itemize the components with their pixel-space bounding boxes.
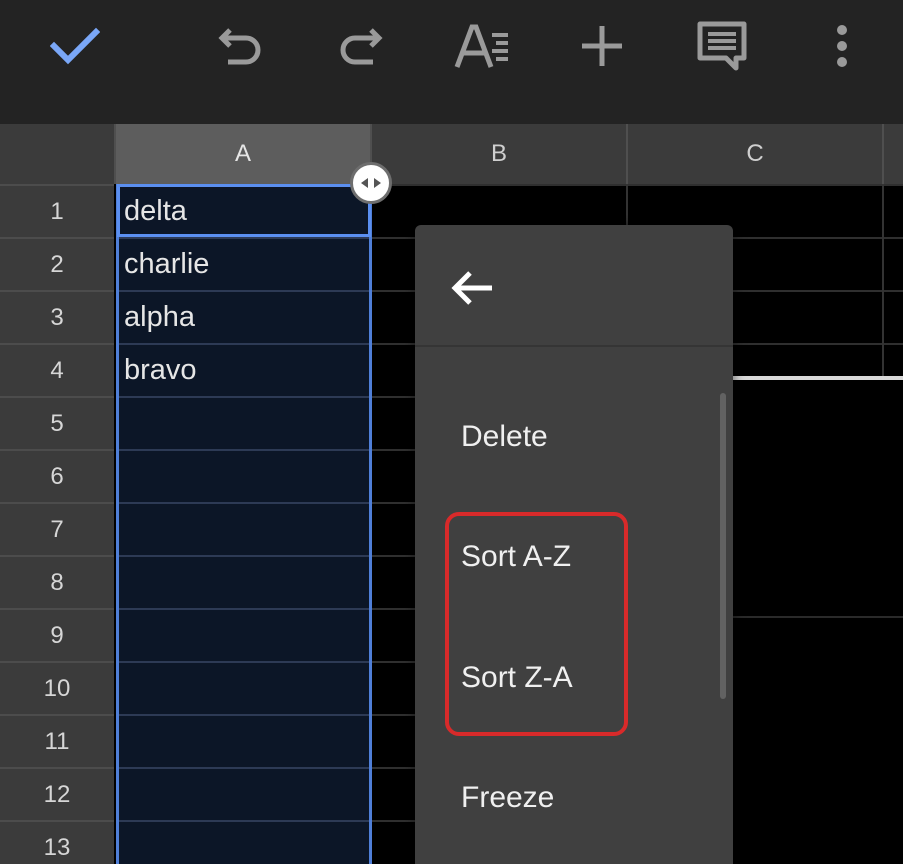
column-resize-handle[interactable]	[350, 162, 392, 204]
row-header[interactable]: 10	[0, 661, 114, 714]
redo-icon[interactable]	[328, 14, 392, 78]
cell-a12[interactable]	[118, 767, 370, 820]
cell-a8[interactable]	[118, 555, 370, 608]
row-5-cells[interactable]	[372, 396, 415, 449]
cell-a9[interactable]	[118, 608, 370, 661]
row-header[interactable]: 2	[0, 237, 114, 290]
row-header[interactable]: 5	[0, 396, 114, 449]
cell-a13[interactable]	[118, 820, 370, 864]
row-12-cells[interactable]	[372, 767, 415, 820]
cell-a10[interactable]	[118, 661, 370, 714]
column-header-a[interactable]: A	[114, 124, 370, 184]
row-10-cells[interactable]	[372, 661, 415, 714]
cell-a1[interactable]: delta	[118, 184, 370, 237]
divider-line	[732, 376, 903, 380]
cell-a7[interactable]	[118, 502, 370, 555]
grid-line	[733, 616, 903, 669]
menu-item-delete[interactable]: Delete	[461, 420, 548, 454]
row-header[interactable]: 13	[0, 820, 114, 864]
column-header-c[interactable]: C	[626, 124, 882, 184]
check-icon[interactable]	[43, 14, 107, 78]
undo-icon[interactable]	[209, 14, 273, 78]
text-format-icon[interactable]	[450, 14, 514, 78]
cell-a4[interactable]: bravo	[118, 343, 370, 396]
more-vert-icon[interactable]	[810, 14, 874, 78]
cell-a5[interactable]	[118, 396, 370, 449]
menu-item-sort-a-z[interactable]: Sort A-Z	[461, 540, 571, 574]
cell-a3[interactable]: alpha	[118, 290, 370, 343]
menu-item-freeze[interactable]: Freeze	[461, 781, 554, 815]
row-6-cells[interactable]	[372, 449, 415, 502]
column-context-menu: Delete Sort A-Z Sort Z-A Freeze	[415, 225, 733, 864]
menu-item-sort-z-a[interactable]: Sort Z-A	[461, 661, 573, 695]
row-header[interactable]: 7	[0, 502, 114, 555]
arrow-left-icon	[451, 271, 492, 305]
row-13-cells[interactable]	[372, 820, 415, 864]
column-header-b[interactable]: B	[370, 124, 626, 184]
row-header[interactable]: 8	[0, 555, 114, 608]
menu-header	[415, 225, 733, 347]
row-9-cells[interactable]	[372, 608, 415, 661]
comment-icon[interactable]	[690, 14, 754, 78]
row-header[interactable]: 1	[0, 184, 114, 237]
row-header[interactable]: 12	[0, 767, 114, 820]
cell-a2[interactable]: charlie	[118, 237, 370, 290]
cell-a11[interactable]	[118, 714, 370, 767]
row-11-cells[interactable]	[372, 714, 415, 767]
top-toolbar	[0, 0, 903, 124]
menu-scrollbar[interactable]	[720, 393, 726, 699]
back-button[interactable]	[445, 261, 499, 315]
row-header[interactable]: 11	[0, 714, 114, 767]
select-all-corner[interactable]	[0, 124, 114, 184]
row-header[interactable]: 6	[0, 449, 114, 502]
column-header-d[interactable]	[882, 124, 903, 184]
insert-plus-icon[interactable]	[570, 14, 634, 78]
resize-arrows-icon	[361, 178, 381, 188]
row-header[interactable]: 4	[0, 343, 114, 396]
grid-divider	[882, 184, 884, 376]
row-header[interactable]: 3	[0, 290, 114, 343]
row-7-cells[interactable]	[372, 502, 415, 555]
column-header-row: A B C	[0, 124, 903, 184]
row-8-cells[interactable]	[372, 555, 415, 608]
cell-a6[interactable]	[118, 449, 370, 502]
row-header[interactable]: 9	[0, 608, 114, 661]
